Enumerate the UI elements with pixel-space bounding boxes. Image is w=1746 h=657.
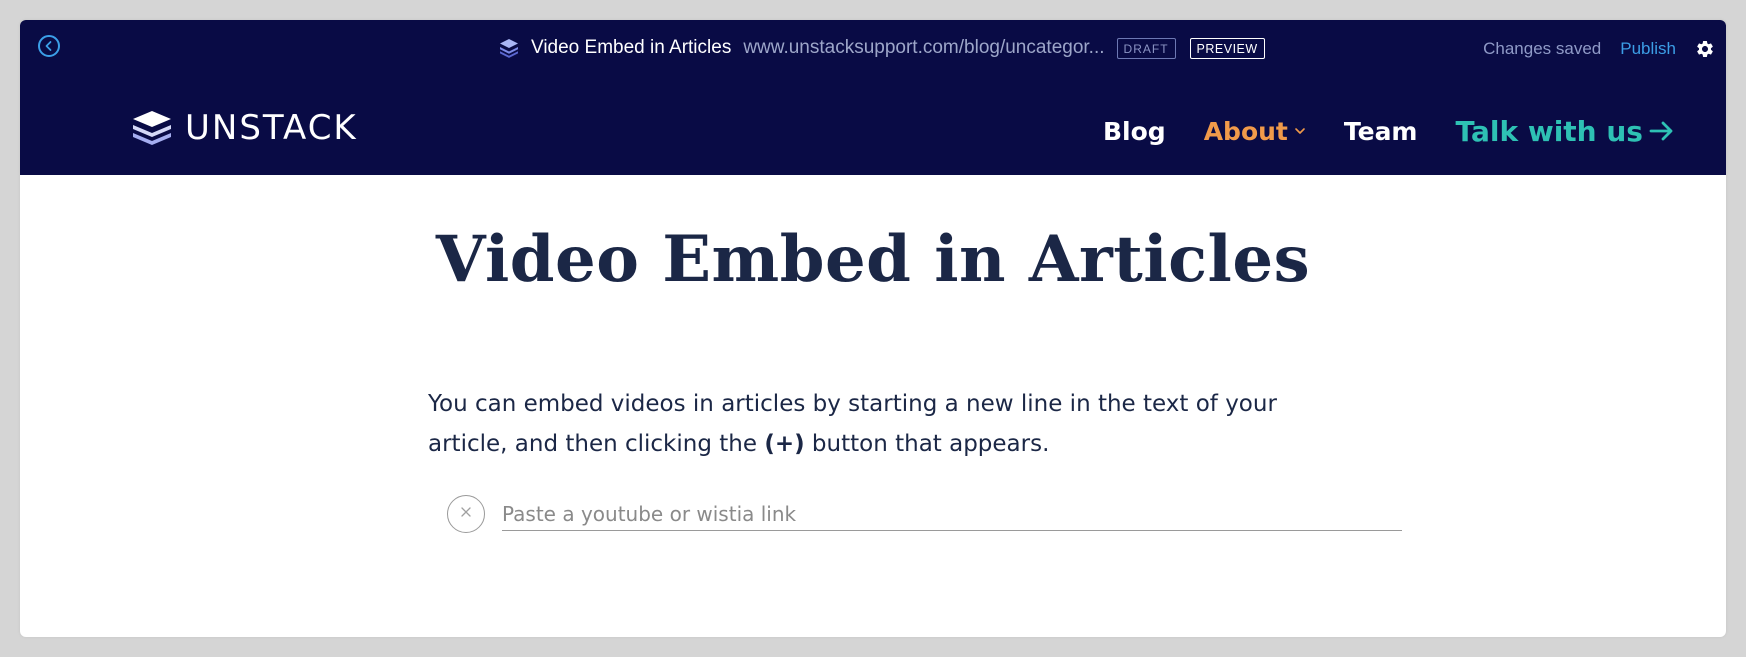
editor-page-info: Video Embed in Articles www.unstacksuppo… (497, 35, 1265, 61)
article-text-bold: (+) (764, 431, 805, 457)
site-header: Video Embed in Articles www.unstacksuppo… (20, 20, 1726, 175)
video-link-input[interactable] (502, 497, 1402, 531)
editor-actions: Changes saved Publish (1483, 36, 1726, 62)
draft-badge: DRAFT (1116, 37, 1176, 59)
article-text-post: button that appears. (804, 431, 1050, 457)
back-arrow-circle-icon (43, 40, 55, 52)
close-embed-button[interactable] (447, 495, 485, 533)
article-paragraph[interactable]: You can embed videos in articles by star… (428, 384, 1288, 464)
site-logo[interactable]: UNSTACK (132, 108, 358, 148)
layers-logo-icon (132, 110, 172, 146)
save-status: Changes saved (1483, 39, 1602, 58)
editor-page-title: Video Embed in Articles (531, 37, 732, 58)
article-title: Video Embed in Articles (435, 222, 1311, 297)
back-button[interactable] (38, 35, 60, 57)
site-nav: Blog About Team Talk with us (1103, 111, 1675, 151)
gear-icon[interactable] (1694, 38, 1716, 60)
nav-about-label: About (1203, 116, 1288, 146)
layers-icon (497, 36, 521, 60)
video-embed-row (447, 495, 1403, 535)
talk-with-us-label: Talk with us (1455, 114, 1643, 148)
nav-blog[interactable]: Blog (1103, 117, 1166, 146)
logo-wordmark: UNSTACK (185, 108, 358, 148)
nav-about[interactable]: About (1204, 117, 1306, 146)
editor-page-url[interactable]: www.unstacksupport.com/blog/uncategor... (743, 37, 1104, 59)
arrow-right-icon (1649, 119, 1675, 143)
publish-button[interactable]: Publish (1620, 39, 1676, 59)
talk-with-us-button[interactable]: Talk with us (1455, 115, 1674, 148)
chevron-down-icon (1294, 126, 1306, 136)
close-icon (460, 505, 472, 523)
editor-window: Video Embed in Articles www.unstacksuppo… (20, 20, 1726, 637)
preview-button[interactable]: PREVIEW (1189, 37, 1265, 59)
nav-team[interactable]: Team (1344, 117, 1418, 146)
